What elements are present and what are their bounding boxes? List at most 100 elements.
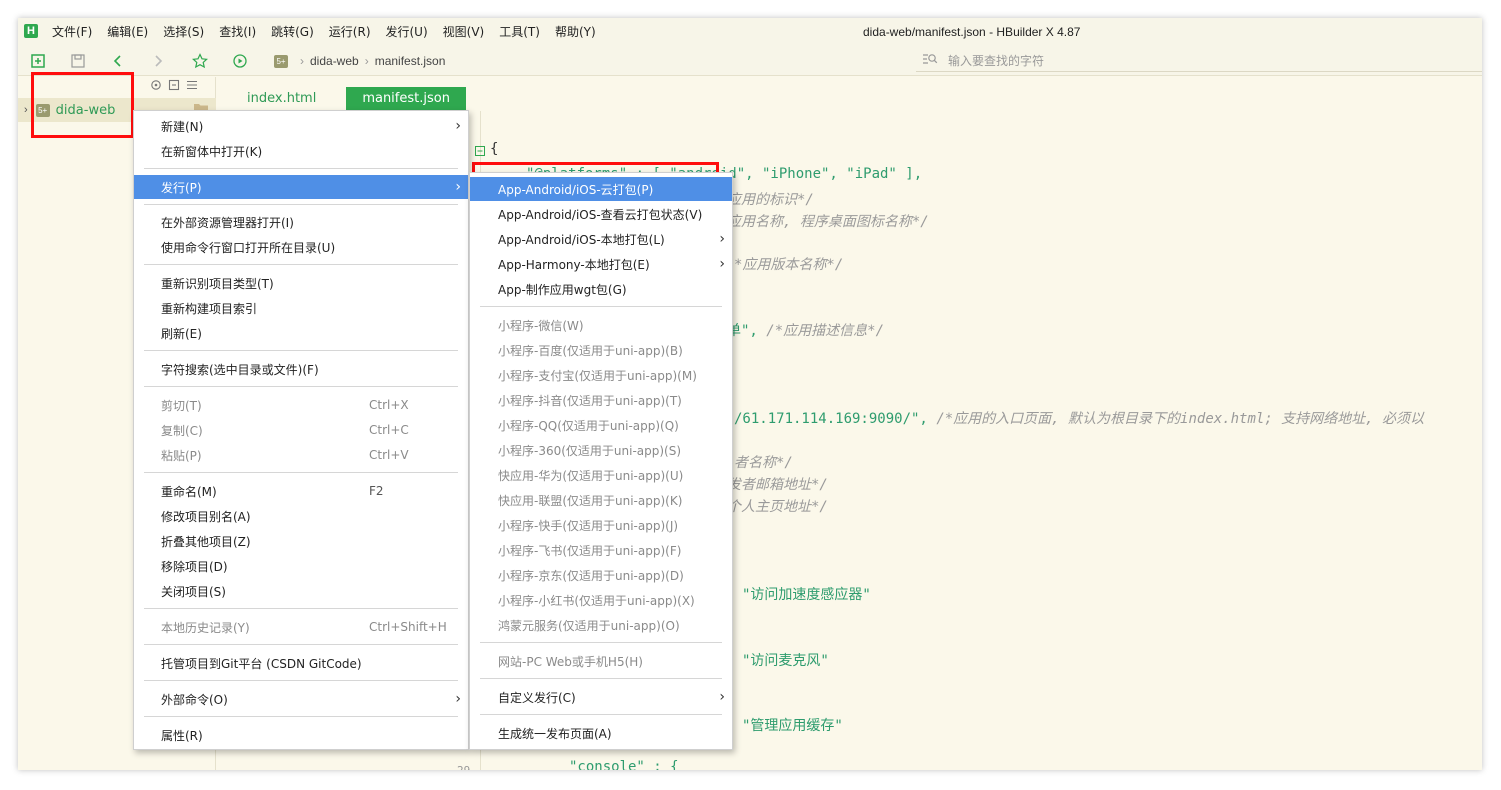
separator	[480, 678, 722, 679]
chevron-right-icon: ›	[455, 179, 461, 195]
tab-manifest-json[interactable]: manifest.json	[346, 87, 466, 111]
project-type-icon: 5+	[274, 54, 288, 68]
separator	[144, 608, 458, 609]
search-bar	[916, 50, 1482, 72]
menu-view[interactable]: 视图(V)	[443, 18, 485, 46]
menu-file[interactable]: 文件(F)	[52, 18, 92, 46]
sub-mp-xiaohongshu[interactable]: 小程序-小红书(仅适用于uni-app)(X)	[470, 588, 732, 612]
menu-bar: H 文件(F) 编辑(E) 选择(S) 查找(I) 跳转(G) 运行(R) 发行…	[18, 18, 1482, 46]
sub-mp-douyin[interactable]: 小程序-抖音(仅适用于uni-app)(T)	[470, 388, 732, 412]
sub-mp-kuaishou[interactable]: 小程序-快手(仅适用于uni-app)(J)	[470, 513, 732, 537]
app-logo-icon: H	[24, 24, 38, 38]
ctx-cut[interactable]: 剪切(T) Ctrl+X	[134, 393, 468, 417]
toolbar: 5+ › dida-web › manifest.json	[18, 46, 1482, 76]
ctx-rename[interactable]: 重命名(M) F2	[134, 479, 468, 503]
collapse-all-icon[interactable]	[168, 79, 180, 94]
menu-find[interactable]: 查找(I)	[219, 18, 256, 46]
locate-icon[interactable]	[150, 79, 162, 94]
breadcrumb-file[interactable]: manifest.json	[375, 54, 446, 68]
ctx-refresh[interactable]: 刷新(E)	[134, 321, 468, 345]
search-icon	[922, 52, 938, 69]
code-comment: /*应用描述信息*/	[766, 323, 885, 339]
menu-edit[interactable]: 编辑(E)	[107, 18, 148, 46]
sub-mp-weixin[interactable]: 小程序-微信(W)	[470, 313, 732, 337]
ctx-open-cmd[interactable]: 使用命令行窗口打开所在目录(U)	[134, 235, 468, 259]
ctx-rebuild-index[interactable]: 重新构建项目索引	[134, 296, 468, 320]
sub-mp-360[interactable]: 小程序-360(仅适用于uni-app)(S)	[470, 438, 732, 462]
code-comment: /*应用的入口页面, 默认为根目录下的index.html; 支持网络地址, 必…	[936, 411, 1425, 427]
sub-cloud-pack[interactable]: App-Android/iOS-云打包(P)	[470, 177, 732, 201]
context-menu: 新建(N) › 在新窗体中打开(K) 发行(P) › 在外部资源管理器打开(I) 使…	[133, 110, 469, 750]
ctx-git-host[interactable]: 托管项目到Git平台 (CSDN GitCode)	[134, 651, 468, 675]
sub-harmony-atomic[interactable]: 鸿蒙元服务(仅适用于uni-app)(O)	[470, 613, 732, 637]
sub-mp-jd[interactable]: 小程序-京东(仅适用于uni-app)(D)	[470, 563, 732, 587]
ctx-open-explorer[interactable]: 在外部资源管理器打开(I)	[134, 210, 468, 234]
sub-local-pack[interactable]: App-Android/iOS-本地打包(L) ›	[470, 227, 732, 251]
tab-index-html[interactable]: index.html	[231, 87, 332, 111]
forward-icon[interactable]	[148, 51, 168, 71]
sub-mp-feishu[interactable]: 小程序-飞书(仅适用于uni-app)(F)	[470, 538, 732, 562]
separator	[144, 644, 458, 645]
separator	[480, 642, 722, 643]
search-input[interactable]	[948, 53, 1348, 68]
sub-web-h5[interactable]: 网站-PC Web或手机H5(H)	[470, 649, 732, 673]
separator	[144, 204, 458, 205]
sub-qa-union[interactable]: 快应用-联盟(仅适用于uni-app)(K)	[470, 488, 732, 512]
code-string: "管理应用缓存"	[742, 718, 843, 734]
code-line: "console" : {	[569, 759, 679, 770]
sub-mp-baidu[interactable]: 小程序-百度(仅适用于uni-app)(B)	[470, 338, 732, 362]
sub-mp-alipay[interactable]: 小程序-支付宝(仅适用于uni-app)(M)	[470, 363, 732, 387]
menu-publish[interactable]: 发行(U)	[386, 18, 428, 46]
separator	[144, 472, 458, 473]
chevron-right-icon: ›	[719, 231, 725, 247]
ctx-external-cmd[interactable]: 外部命令(O) ›	[134, 687, 468, 711]
save-icon[interactable]	[68, 51, 88, 71]
star-icon[interactable]	[190, 51, 210, 71]
ctx-alias[interactable]: 修改项目别名(A)	[134, 504, 468, 528]
run-icon[interactable]	[230, 51, 250, 71]
ctx-copy[interactable]: 复制(C) Ctrl+C	[134, 418, 468, 442]
code-comment: 应用的标识*/	[727, 192, 814, 208]
separator	[480, 714, 722, 715]
back-icon[interactable]	[108, 51, 128, 71]
chevron-right-icon: ›	[364, 54, 369, 68]
ctx-reidentify[interactable]: 重新识别项目类型(T)	[134, 271, 468, 295]
menu-select[interactable]: 选择(S)	[163, 18, 204, 46]
sub-custom-publish[interactable]: 自定义发行(C) ›	[470, 685, 732, 709]
ctx-remove[interactable]: 移除项目(D)	[134, 554, 468, 578]
ctx-new[interactable]: 新建(N) ›	[134, 114, 468, 138]
menu-icon[interactable]	[186, 79, 198, 94]
code-string: "访问麦克风"	[742, 653, 829, 669]
breadcrumb-project[interactable]: dida-web	[310, 54, 359, 68]
ctx-char-search[interactable]: 字符搜索(选中目录或文件)(F)	[134, 357, 468, 381]
ctx-close[interactable]: 关闭项目(S)	[134, 579, 468, 603]
ctx-fold-others[interactable]: 折叠其他项目(Z)	[134, 529, 468, 553]
sub-wgt-pack[interactable]: App-制作应用wgt包(G)	[470, 277, 732, 301]
ctx-publish[interactable]: 发行(P) ›	[134, 175, 468, 199]
ctx-properties[interactable]: 属性(R)	[134, 723, 468, 747]
sub-unified-page[interactable]: 生成统一发布页面(A)	[470, 721, 732, 745]
code-comment: 个人主页地址*/	[727, 499, 828, 515]
sub-harmony-pack[interactable]: App-Harmony-本地打包(E) ›	[470, 252, 732, 276]
new-file-icon[interactable]	[28, 51, 48, 71]
separator	[144, 264, 458, 265]
code-comment: 发者邮箱地址*/	[727, 477, 828, 493]
chevron-right-icon[interactable]: ›	[24, 104, 28, 116]
hbuilder-window: H 文件(F) 编辑(E) 选择(S) 查找(I) 跳转(G) 运行(R) 发行…	[18, 18, 1482, 770]
sub-mp-qq[interactable]: 小程序-QQ(仅适用于uni-app)(Q)	[470, 413, 732, 437]
code-comment: *应用版本名称*/	[734, 257, 844, 273]
menu-run[interactable]: 运行(R)	[329, 18, 371, 46]
code-string: "访问加速度感应器"	[742, 587, 871, 603]
menu-tools[interactable]: 工具(T)	[499, 18, 540, 46]
menu-help[interactable]: 帮助(Y)	[555, 18, 596, 46]
breadcrumb: 5+ › dida-web › manifest.json	[274, 46, 445, 76]
sub-cloud-status[interactable]: App-Android/iOS-查看云打包状态(V)	[470, 202, 732, 226]
ctx-open-new-window[interactable]: 在新窗体中打开(K)	[134, 139, 468, 163]
sub-qa-huawei[interactable]: 快应用-华为(仅适用于uni-app)(U)	[470, 463, 732, 487]
fold-icon[interactable]	[475, 145, 485, 159]
menu-goto[interactable]: 跳转(G)	[271, 18, 314, 46]
ctx-local-history[interactable]: 本地历史记录(Y) Ctrl+Shift+H	[134, 615, 468, 639]
annotation-box-project	[31, 72, 134, 138]
ctx-paste[interactable]: 粘贴(P) Ctrl+V	[134, 443, 468, 467]
chevron-right-icon: ›	[455, 118, 461, 134]
